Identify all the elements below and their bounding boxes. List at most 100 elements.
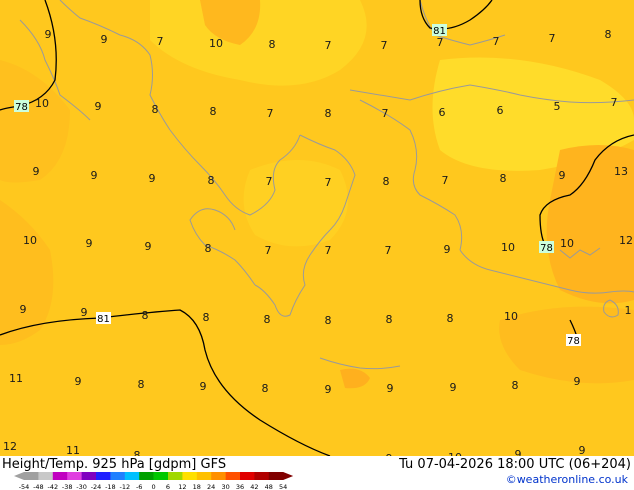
temp-label: 8 xyxy=(269,38,276,51)
temp-label: 10 xyxy=(209,37,223,50)
credit-link[interactable]: ©weatheronline.co.uk xyxy=(506,473,628,486)
color-scale-tick-label: -24 xyxy=(91,483,102,490)
color-scale-swatch xyxy=(139,472,154,480)
temp-label: 10 xyxy=(35,97,49,110)
temp-label: 7 xyxy=(549,32,556,45)
temp-label: 9 xyxy=(559,169,566,182)
color-scale-swatch xyxy=(196,472,212,480)
temp-label: 8 xyxy=(142,309,149,322)
temp-label: 9 xyxy=(444,243,451,256)
color-scale-tick-label: 24 xyxy=(207,483,215,490)
color-scale-tick-label: 36 xyxy=(236,483,244,490)
contour-label-81-s: 81 xyxy=(96,312,111,325)
temp-label: 9 xyxy=(91,169,98,182)
color-scale-swatch xyxy=(96,472,111,480)
color-scale-swatch xyxy=(81,472,97,480)
temp-label: 1 xyxy=(625,304,632,317)
color-scale-swatch xyxy=(240,472,255,480)
temp-label: 9 xyxy=(200,380,207,393)
temp-label: 9 xyxy=(45,28,52,41)
color-scale-swatch xyxy=(211,472,226,480)
valid-datetime: Tu 07-04-2026 18:00 UTC (06+204) xyxy=(399,457,631,472)
temp-label: 10 xyxy=(560,237,574,250)
temp-label: 11 xyxy=(66,444,80,456)
temp-label: 8 xyxy=(605,28,612,41)
color-scale-tick-label: -38 xyxy=(62,483,73,490)
temp-label: 8 xyxy=(447,312,454,325)
color-scale-tick-label: -18 xyxy=(105,483,116,490)
color-scale-tick-label: 48 xyxy=(265,483,273,490)
temp-label: 8 xyxy=(325,107,332,120)
color-scale-tick-label: -6 xyxy=(136,483,142,490)
contour-label-78-e: 78 xyxy=(539,241,554,254)
temp-label: 8 xyxy=(383,175,390,188)
color-scale-tick-label: 18 xyxy=(193,483,201,490)
color-scale-swatch xyxy=(168,472,183,480)
color-scale-swatch xyxy=(124,472,140,480)
temp-label: 12 xyxy=(619,234,633,247)
temp-label: 7 xyxy=(325,39,332,52)
temp-label: 7 xyxy=(611,96,618,109)
temp-label: 7 xyxy=(265,244,272,257)
temp-label: 8 xyxy=(512,379,519,392)
temp-label: 9 xyxy=(95,100,102,113)
temp-label: 8 xyxy=(386,313,393,326)
temp-label: 6 xyxy=(497,104,504,117)
temp-label: 9 xyxy=(33,165,40,178)
temp-label: 13 xyxy=(614,165,628,178)
color-scale-arrow-high xyxy=(283,472,294,480)
warm-field-light-aegean xyxy=(243,160,348,247)
color-scale-tick-label: -54 xyxy=(19,483,30,490)
contour-label-78-se-text: 78 xyxy=(567,336,580,347)
color-scale-swatch xyxy=(225,472,241,480)
contour-label-78-e-text: 78 xyxy=(540,243,553,254)
color-scale-tick-label: 0 xyxy=(152,483,156,490)
color-scale-tick-label: 42 xyxy=(250,483,258,490)
temp-label: 8 xyxy=(208,174,215,187)
temp-label: 9 xyxy=(579,444,586,456)
temp-label: 7 xyxy=(442,174,449,187)
temp-label: 9 xyxy=(149,172,156,185)
temp-label: 8 xyxy=(203,311,210,324)
temp-label: 7 xyxy=(493,35,500,48)
temp-label: 8 xyxy=(325,314,332,327)
color-scale-swatch xyxy=(24,472,39,480)
color-scale-tick-label: -48 xyxy=(33,483,44,490)
color-scale-bars xyxy=(14,472,294,480)
color-scale-tick-label: 6 xyxy=(166,483,170,490)
color-scale-tick-label: -42 xyxy=(47,483,58,490)
contour-label-78-nw: 78 xyxy=(14,100,29,113)
temp-label: 8 xyxy=(134,449,141,456)
temp-label: 8 xyxy=(264,313,271,326)
temp-label: 8 xyxy=(210,105,217,118)
temp-label: 9 xyxy=(75,375,82,388)
color-scale-swatch xyxy=(38,472,54,480)
temp-label: 10 xyxy=(501,241,515,254)
temp-label: 10 xyxy=(23,234,37,247)
color-scale-swatch xyxy=(268,472,284,480)
color-scale-tick-label: 30 xyxy=(221,483,229,490)
color-scale-swatch xyxy=(254,472,270,480)
contour-label-78-se: 78 xyxy=(566,334,581,347)
temp-label: 7 xyxy=(385,244,392,257)
temp-label: 9 xyxy=(387,382,394,395)
temp-label: 7 xyxy=(266,175,273,188)
temp-label: 9 xyxy=(515,448,522,456)
temp-label: 10 xyxy=(504,310,518,323)
temp-label: 8 xyxy=(205,242,212,255)
temp-label: 7 xyxy=(157,35,164,48)
contour-label-81-s-text: 81 xyxy=(97,314,110,325)
temp-label: 7 xyxy=(382,107,389,120)
temp-label: 7 xyxy=(325,244,332,257)
temp-label: 7 xyxy=(381,39,388,52)
color-scale-legend: -54 -48 -42 -38 -30 -24 -18 -12 -6 0 6 12 18 24 30 36 42… xyxy=(14,472,294,490)
temp-label: 9 xyxy=(86,237,93,250)
map-panel: 81 78 78 81 78 9 9 7 10 8 7 7 7 7 7 8 10… xyxy=(0,0,634,456)
color-scale-arrow-low xyxy=(14,472,24,480)
temp-label: 11 xyxy=(9,372,23,385)
color-scale-swatch xyxy=(182,472,198,480)
color-scale-swatch xyxy=(153,472,169,480)
temp-label: 7 xyxy=(437,36,444,49)
temp-label: 9 xyxy=(101,33,108,46)
temp-label: 9 xyxy=(20,303,27,316)
